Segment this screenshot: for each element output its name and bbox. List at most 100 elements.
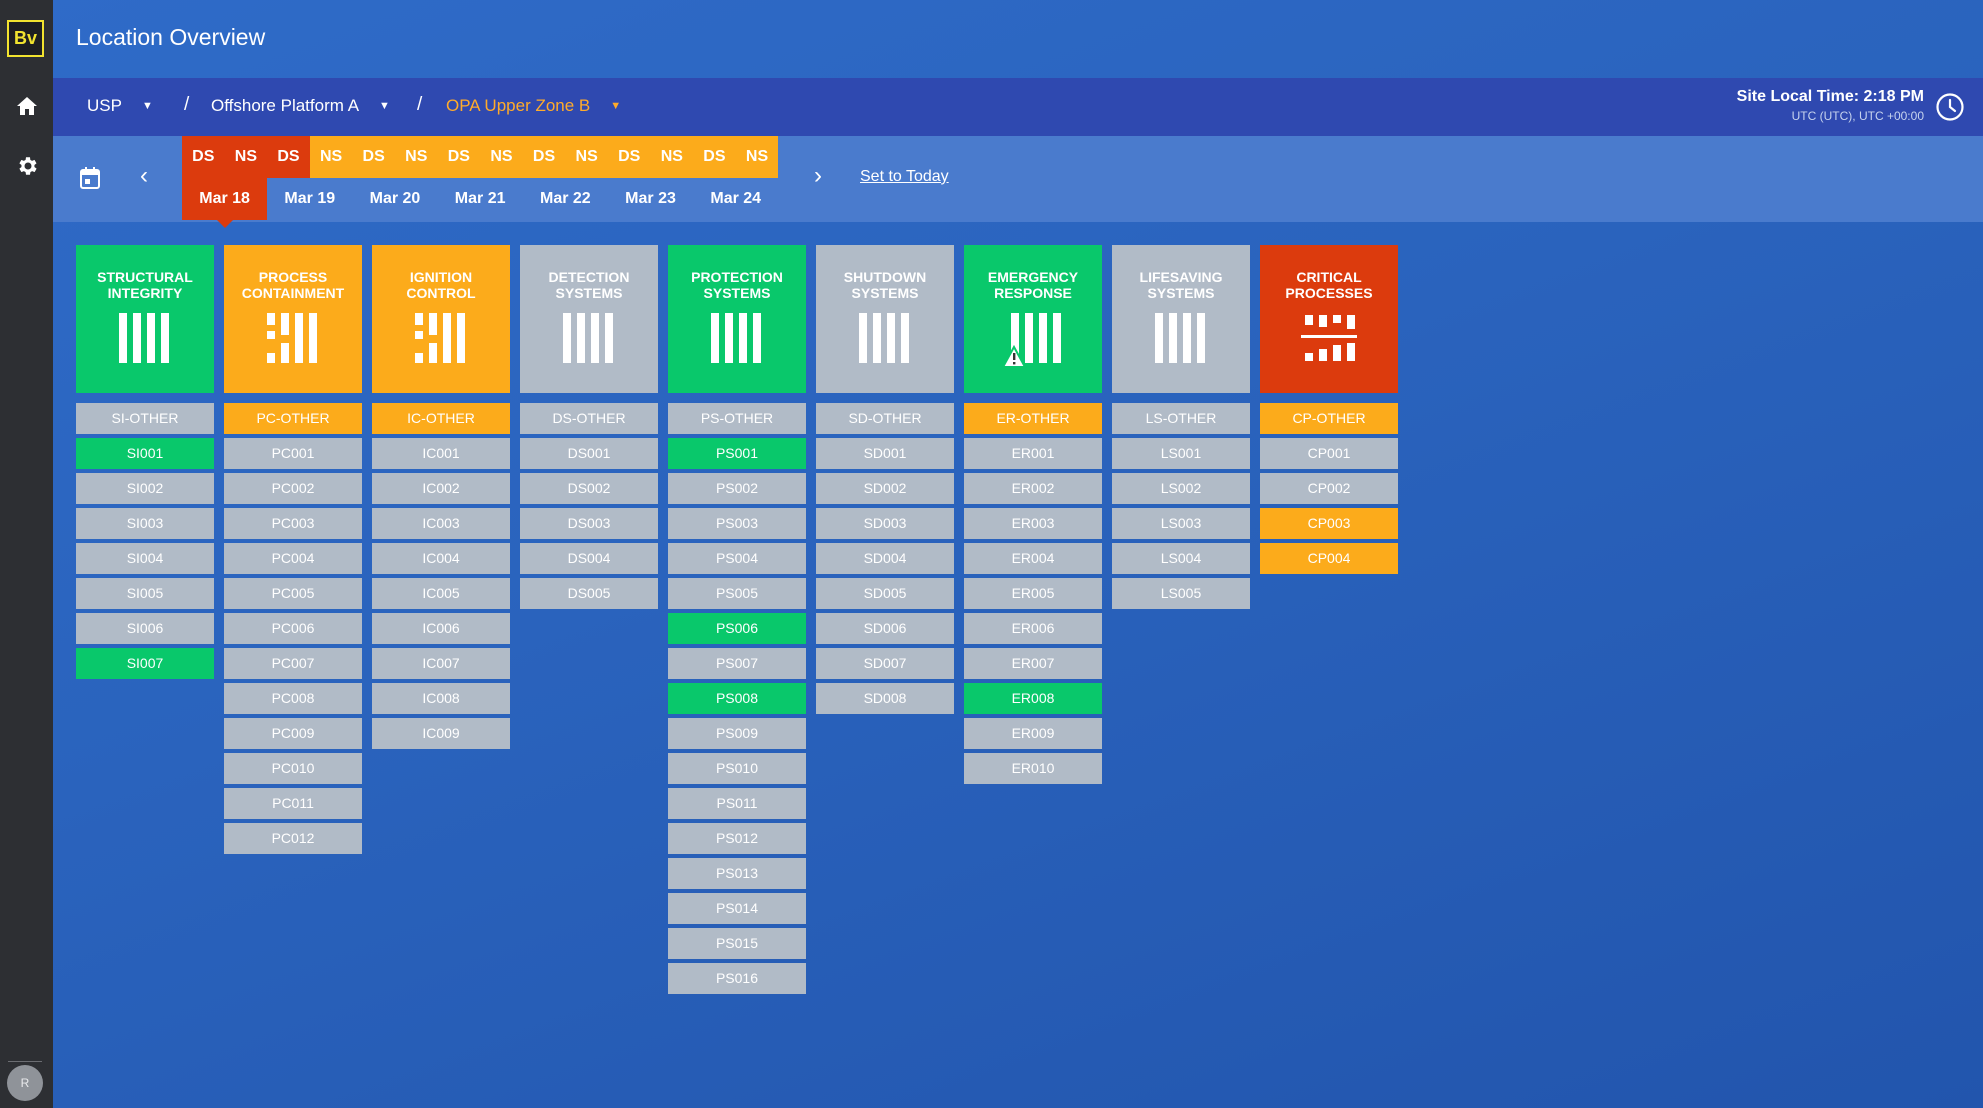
barrier-element[interactable]: PC011: [224, 788, 362, 819]
barrier-element[interactable]: IC005: [372, 578, 510, 609]
day-tab[interactable]: Mar 23: [608, 178, 693, 220]
breadcrumb-item-site[interactable]: Offshore Platform A ▼: [211, 96, 390, 116]
barrier-element[interactable]: ER007: [964, 648, 1102, 679]
barrier-element[interactable]: CP002: [1260, 473, 1398, 504]
barrier-element[interactable]: PS002: [668, 473, 806, 504]
shift-ns[interactable]: NS: [309, 136, 353, 178]
clock-icon[interactable]: [1935, 92, 1965, 127]
day-tab[interactable]: Mar 22: [523, 178, 608, 220]
shift-ds[interactable]: DS: [693, 136, 736, 178]
barrier-element[interactable]: IC003: [372, 508, 510, 539]
barrier-element[interactable]: PC002: [224, 473, 362, 504]
shift-ns[interactable]: NS: [394, 136, 438, 178]
barrier-element[interactable]: SI007: [76, 648, 214, 679]
barrier-element[interactable]: PS014: [668, 893, 806, 924]
barrier-element[interactable]: ER010: [964, 753, 1102, 784]
barrier-element[interactable]: DS001: [520, 438, 658, 469]
barrier-element[interactable]: DS002: [520, 473, 658, 504]
barrier-element[interactable]: PS005: [668, 578, 806, 609]
shift-ns[interactable]: NS: [480, 136, 523, 178]
barrier-element[interactable]: IC-OTHER: [372, 403, 510, 434]
barrier-element[interactable]: PC007: [224, 648, 362, 679]
barrier-element[interactable]: IC006: [372, 613, 510, 644]
barrier-element[interactable]: SD005: [816, 578, 954, 609]
barrier-element[interactable]: CP001: [1260, 438, 1398, 469]
barrier-element[interactable]: SI004: [76, 543, 214, 574]
barrier-element[interactable]: PS007: [668, 648, 806, 679]
barrier-element[interactable]: PS015: [668, 928, 806, 959]
barrier-element[interactable]: ER-OTHER: [964, 403, 1102, 434]
day-tab[interactable]: Mar 20: [352, 178, 437, 220]
shift-ds[interactable]: DS: [267, 136, 310, 178]
shift-ns[interactable]: NS: [224, 136, 268, 178]
barrier-element[interactable]: SI001: [76, 438, 214, 469]
barrier-element[interactable]: CP003: [1260, 508, 1398, 539]
barrier-element[interactable]: PS013: [668, 858, 806, 889]
barrier-element[interactable]: ER003: [964, 508, 1102, 539]
set-to-today-link[interactable]: Set to Today: [860, 168, 949, 186]
shift-ds[interactable]: DS: [352, 136, 395, 178]
barrier-element[interactable]: PC001: [224, 438, 362, 469]
barrier-element[interactable]: PS003: [668, 508, 806, 539]
barrier-element[interactable]: IC007: [372, 648, 510, 679]
barrier-element[interactable]: CP004: [1260, 543, 1398, 574]
barrier-element[interactable]: ER008: [964, 683, 1102, 714]
barrier-element[interactable]: SI003: [76, 508, 214, 539]
barrier-element[interactable]: SD-OTHER: [816, 403, 954, 434]
gear-icon[interactable]: [0, 140, 53, 192]
barrier-element[interactable]: DS004: [520, 543, 658, 574]
barrier-tile[interactable]: STRUCTURAL INTEGRITY: [76, 245, 214, 393]
barrier-element[interactable]: PC005: [224, 578, 362, 609]
barrier-tile[interactable]: PROCESS CONTAINMENT: [224, 245, 362, 393]
barrier-element[interactable]: SI006: [76, 613, 214, 644]
barrier-tile[interactable]: EMERGENCY RESPONSE: [964, 245, 1102, 393]
barrier-element[interactable]: IC002: [372, 473, 510, 504]
barrier-element[interactable]: PC003: [224, 508, 362, 539]
barrier-element[interactable]: PC012: [224, 823, 362, 854]
barrier-element[interactable]: PC006: [224, 613, 362, 644]
barrier-element[interactable]: PS010: [668, 753, 806, 784]
barrier-element[interactable]: ER002: [964, 473, 1102, 504]
shift-ds[interactable]: DS: [182, 136, 225, 178]
barrier-element[interactable]: IC009: [372, 718, 510, 749]
barrier-tile[interactable]: SHUTDOWN SYSTEMS: [816, 245, 954, 393]
barrier-element[interactable]: PC009: [224, 718, 362, 749]
barrier-element[interactable]: CP-OTHER: [1260, 403, 1398, 434]
barrier-element[interactable]: SD008: [816, 683, 954, 714]
barrier-element[interactable]: PC004: [224, 543, 362, 574]
shift-ns[interactable]: NS: [565, 136, 608, 178]
shift-ds[interactable]: DS: [607, 136, 651, 178]
barrier-element[interactable]: SI005: [76, 578, 214, 609]
barrier-element[interactable]: SI-OTHER: [76, 403, 214, 434]
barrier-element[interactable]: PS004: [668, 543, 806, 574]
barrier-element[interactable]: PC008: [224, 683, 362, 714]
barrier-element[interactable]: PS016: [668, 963, 806, 994]
day-tab[interactable]: Mar 21: [438, 178, 523, 220]
barrier-element[interactable]: ER006: [964, 613, 1102, 644]
barrier-element[interactable]: PS001: [668, 438, 806, 469]
day-tab[interactable]: Mar 18: [182, 178, 268, 228]
day-tab[interactable]: Mar 24: [693, 178, 778, 220]
barrier-element[interactable]: PS009: [668, 718, 806, 749]
barrier-element[interactable]: ER001: [964, 438, 1102, 469]
barrier-element[interactable]: SD006: [816, 613, 954, 644]
barrier-element[interactable]: PS006: [668, 613, 806, 644]
breadcrumb-item-region[interactable]: USP ▼: [87, 96, 153, 116]
shift-ns[interactable]: NS: [735, 136, 779, 178]
barrier-element[interactable]: DS-OTHER: [520, 403, 658, 434]
barrier-tile[interactable]: DETECTION SYSTEMS: [520, 245, 658, 393]
barrier-element[interactable]: LS002: [1112, 473, 1250, 504]
barrier-element[interactable]: LS-OTHER: [1112, 403, 1250, 434]
barrier-element[interactable]: DS005: [520, 578, 658, 609]
shift-ns[interactable]: NS: [650, 136, 694, 178]
shift-ds[interactable]: DS: [437, 136, 481, 178]
barrier-element[interactable]: ER009: [964, 718, 1102, 749]
barrier-tile[interactable]: IGNITION CONTROL: [372, 245, 510, 393]
barrier-element[interactable]: PC-OTHER: [224, 403, 362, 434]
day-tab[interactable]: Mar 19: [267, 178, 352, 220]
calendar-icon[interactable]: [79, 166, 101, 195]
barrier-element[interactable]: ER004: [964, 543, 1102, 574]
barrier-element[interactable]: SD001: [816, 438, 954, 469]
barrier-element[interactable]: PS012: [668, 823, 806, 854]
barrier-element[interactable]: ER005: [964, 578, 1102, 609]
